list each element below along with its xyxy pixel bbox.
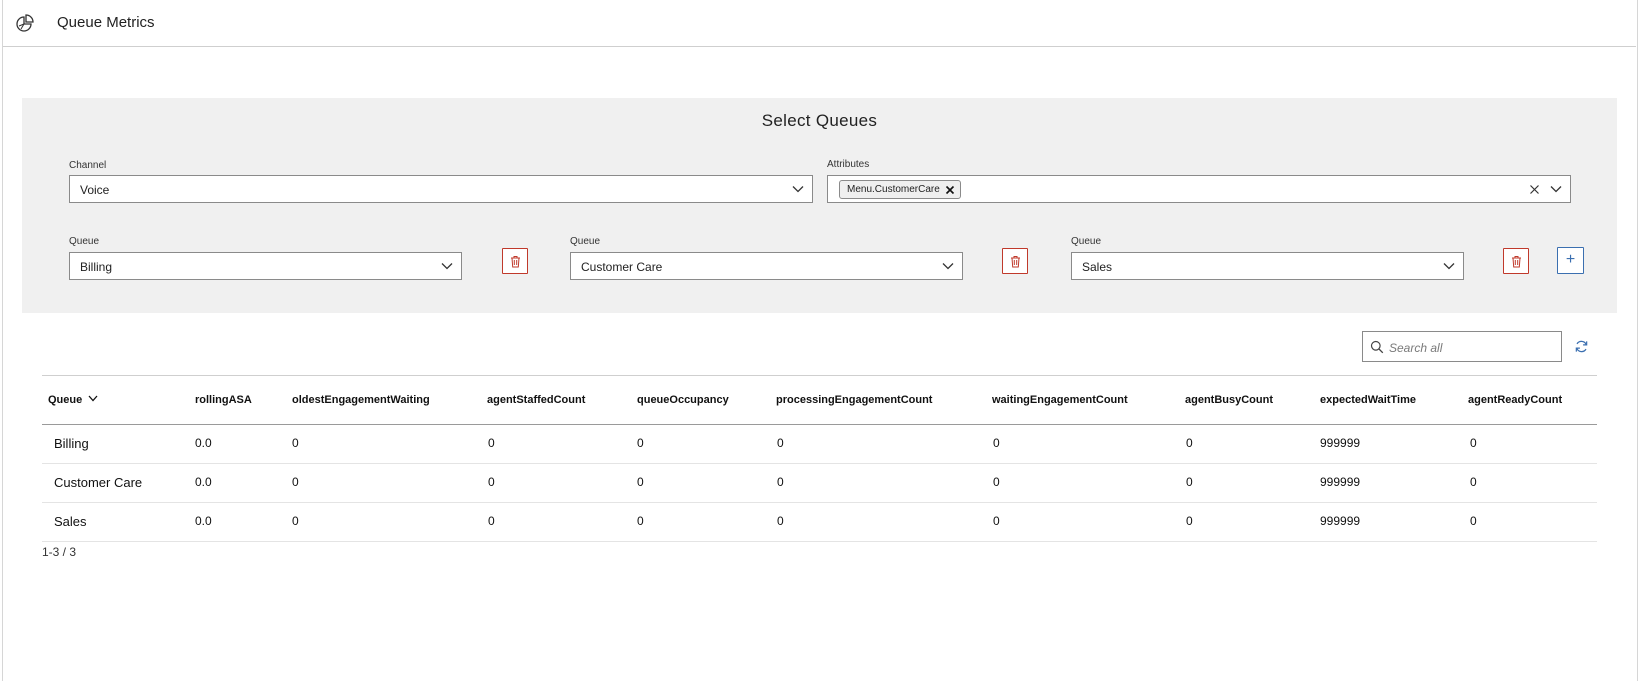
cell-queueoccupancy: 0 bbox=[637, 436, 644, 450]
cell-agentreadycount: 0 bbox=[1470, 475, 1477, 489]
sort-chevron-icon bbox=[88, 395, 98, 402]
column-header-processingengagementcount[interactable]: processingEngagementCount bbox=[776, 394, 932, 406]
cell-agentbusycount: 0 bbox=[1186, 475, 1193, 489]
table-row[interactable]: Billing 0.0 0 0 0 0 0 0 999999 0 bbox=[42, 424, 1597, 464]
column-header-oldestengagementwaiting[interactable]: oldestEngagementWaiting bbox=[292, 394, 430, 406]
column-header-agentbusycount[interactable]: agentBusyCount bbox=[1185, 394, 1273, 406]
page-title: Queue Metrics bbox=[57, 14, 155, 31]
cell-processingengagementcount: 0 bbox=[777, 514, 784, 528]
select-queues-panel: Select Queues Channel Voice Attributes M… bbox=[22, 98, 1617, 313]
column-header-waitingengagementcount[interactable]: waitingEngagementCount bbox=[992, 394, 1128, 406]
cell-rollingasa: 0.0 bbox=[195, 514, 212, 528]
remove-chip-icon[interactable] bbox=[945, 185, 955, 195]
column-header-label: Queue bbox=[48, 394, 83, 406]
cell-expectedwaittime: 999999 bbox=[1320, 514, 1361, 528]
column-header-queueoccupancy[interactable]: queueOccupancy bbox=[637, 394, 729, 406]
queue-select-3[interactable]: Sales bbox=[1071, 252, 1464, 280]
column-header-queue[interactable]: Queue bbox=[48, 394, 98, 406]
cell-queueoccupancy: 0 bbox=[637, 475, 644, 489]
cell-rollingasa: 0.0 bbox=[195, 475, 212, 489]
cell-expectedwaittime: 999999 bbox=[1320, 475, 1361, 489]
cell-oldestengagementwaiting: 0 bbox=[292, 436, 299, 450]
trash-icon bbox=[1011, 256, 1020, 268]
cell-waitingengagementcount: 0 bbox=[993, 475, 1000, 489]
queue-select-2[interactable]: Customer Care bbox=[570, 252, 963, 280]
attribute-chip-label: Menu.CustomerCare bbox=[847, 184, 940, 195]
clear-all-icon[interactable] bbox=[1529, 184, 1540, 195]
cell-queueoccupancy: 0 bbox=[637, 514, 644, 528]
cell-agentstaffedcount: 0 bbox=[488, 436, 495, 450]
attributes-label: Attributes bbox=[827, 159, 870, 170]
column-header-expectedwaittime[interactable]: expectedWaitTime bbox=[1320, 394, 1416, 406]
queue-value: Billing bbox=[80, 260, 113, 274]
search-input[interactable] bbox=[1387, 337, 1559, 358]
queue-value: Customer Care bbox=[581, 260, 663, 274]
channel-label: Channel bbox=[69, 160, 107, 171]
queue-label: Queue bbox=[1071, 236, 1102, 247]
cell-agentreadycount: 0 bbox=[1470, 436, 1477, 450]
cell-agentbusycount: 0 bbox=[1186, 514, 1193, 528]
search-icon bbox=[1370, 340, 1384, 354]
cell-agentstaffedcount: 0 bbox=[488, 514, 495, 528]
app-header: Queue Metrics bbox=[3, 0, 1636, 47]
queue-select-1[interactable]: Billing bbox=[69, 252, 462, 280]
queue-label: Queue bbox=[570, 236, 601, 247]
chevron-down-icon bbox=[1443, 263, 1455, 270]
cell-agentreadycount: 0 bbox=[1470, 514, 1477, 528]
cell-agentbusycount: 0 bbox=[1186, 436, 1193, 450]
pie-chart-icon bbox=[16, 14, 34, 32]
cell-rollingasa: 0.0 bbox=[195, 436, 212, 450]
cell-queue: Billing bbox=[54, 436, 89, 451]
cell-queue: Customer Care bbox=[54, 475, 143, 490]
queue-value: Sales bbox=[1082, 260, 1113, 274]
channel-select[interactable]: Voice bbox=[69, 175, 813, 203]
chevron-down-icon bbox=[942, 263, 954, 270]
delete-queue-button-2[interactable] bbox=[1002, 248, 1028, 274]
queue-label: Queue bbox=[69, 236, 100, 247]
trash-icon bbox=[1512, 256, 1521, 268]
refresh-icon[interactable] bbox=[1574, 339, 1589, 354]
cell-waitingengagementcount: 0 bbox=[993, 514, 1000, 528]
panel-title: Select Queues bbox=[761, 111, 878, 130]
channel-value: Voice bbox=[80, 183, 110, 197]
search-box[interactable] bbox=[1362, 331, 1562, 362]
cell-processingengagementcount: 0 bbox=[777, 436, 784, 450]
table-row[interactable]: Customer Care 0.0 0 0 0 0 0 0 999999 0 bbox=[42, 463, 1597, 503]
cell-waitingengagementcount: 0 bbox=[993, 436, 1000, 450]
column-header-rollingasa[interactable]: rollingASA bbox=[195, 394, 252, 406]
column-header-agentreadycount[interactable]: agentReadyCount bbox=[1468, 394, 1562, 406]
table-row[interactable]: Sales 0.0 0 0 0 0 0 0 999999 0 bbox=[42, 502, 1597, 542]
cell-oldestengagementwaiting: 0 bbox=[292, 475, 299, 489]
trash-icon bbox=[511, 256, 520, 268]
cell-agentstaffedcount: 0 bbox=[488, 475, 495, 489]
cell-queue: Sales bbox=[54, 514, 87, 529]
pagination-info: 1-3 / 3 bbox=[42, 545, 77, 559]
cell-expectedwaittime: 999999 bbox=[1320, 436, 1361, 450]
attribute-chip[interactable]: Menu.CustomerCare bbox=[839, 180, 961, 199]
add-queue-button[interactable]: + bbox=[1557, 247, 1584, 274]
cell-oldestengagementwaiting: 0 bbox=[292, 514, 299, 528]
chevron-down-icon[interactable] bbox=[1550, 185, 1562, 193]
table-header: Queue rollingASA oldestEngagementWaiting… bbox=[42, 375, 1597, 425]
chevron-down-icon bbox=[792, 186, 804, 193]
cell-processingengagementcount: 0 bbox=[777, 475, 784, 489]
column-header-agentstaffedcount[interactable]: agentStaffedCount bbox=[487, 394, 585, 406]
delete-queue-button-3[interactable] bbox=[1503, 248, 1529, 274]
attributes-multiselect[interactable]: Menu.CustomerCare bbox=[827, 175, 1571, 203]
delete-queue-button-1[interactable] bbox=[502, 248, 528, 274]
chevron-down-icon bbox=[441, 263, 453, 270]
